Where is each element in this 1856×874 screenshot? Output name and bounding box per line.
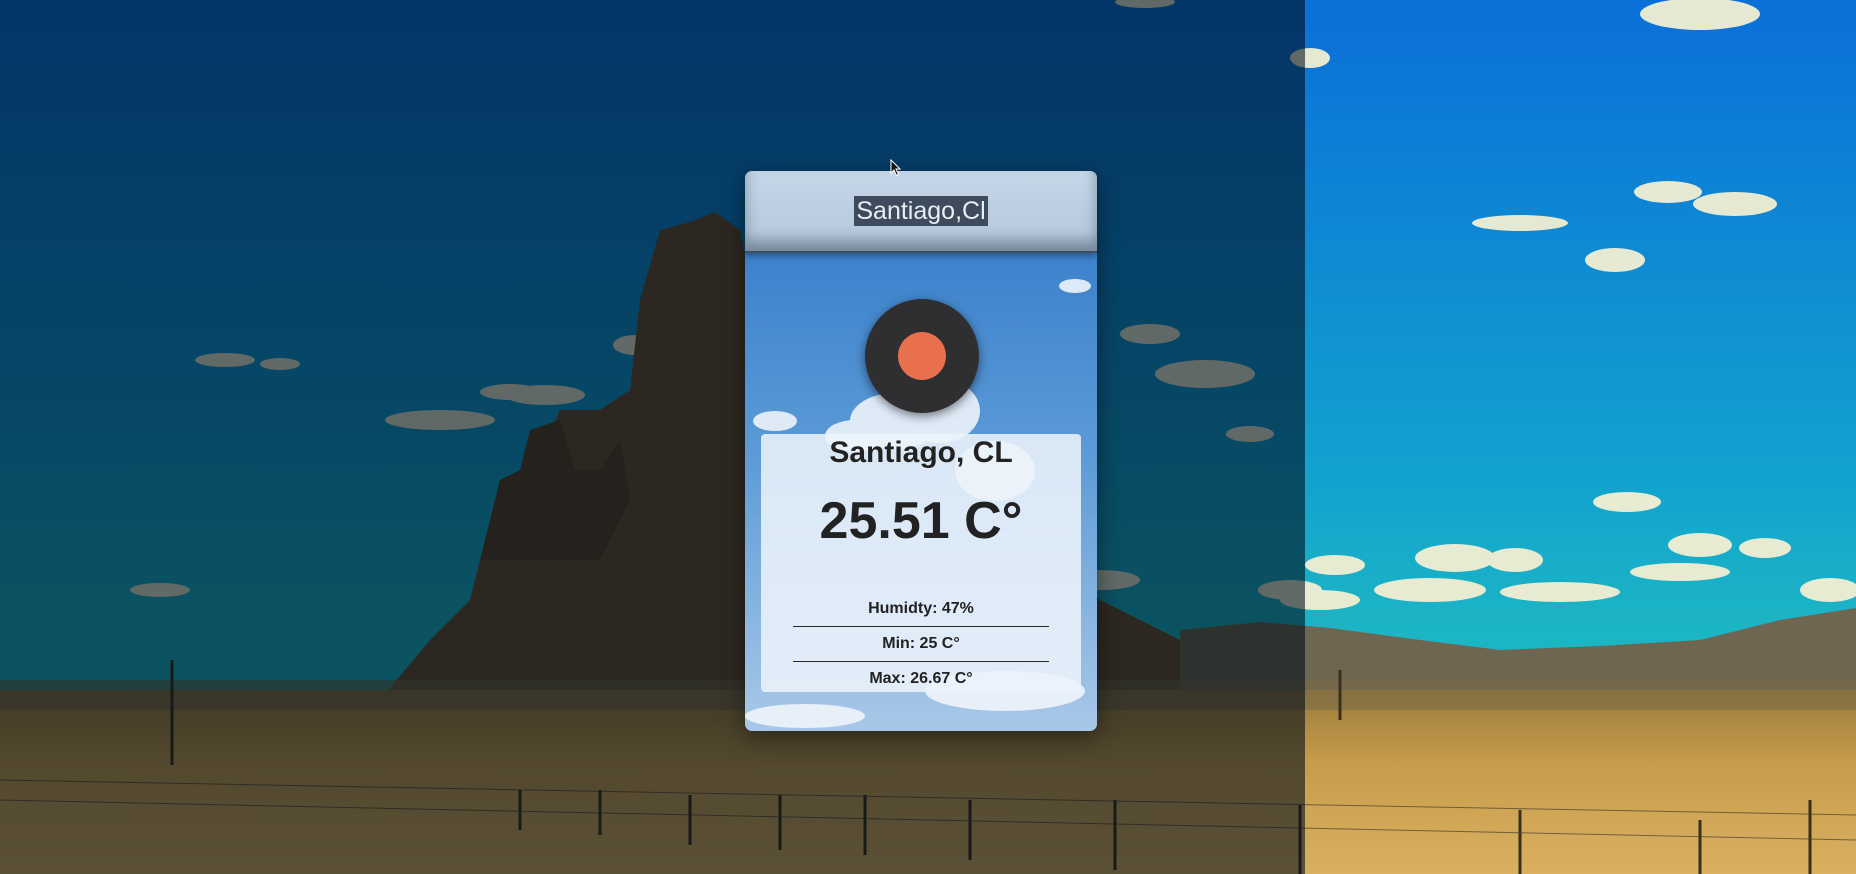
location-name: Santiago, CL (829, 436, 1013, 469)
min-temp-value: Min: 25 C° (793, 627, 1049, 662)
weather-card: Santiago,Cl Santiago, CL 25.51 C° Humidt… (745, 171, 1097, 731)
search-input[interactable]: Santiago,Cl (854, 196, 988, 226)
weather-details: Humidty: 47% Min: 25 C° Max: 26.67 C° (793, 592, 1049, 696)
search-bar: Santiago,Cl (745, 171, 1097, 253)
temperature: 25.51 C° (819, 492, 1023, 550)
weather-icon-badge (865, 299, 979, 413)
weather-info-panel: Santiago, CL 25.51 C° Humidty: 47% Min: … (761, 434, 1081, 692)
humidity-value: Humidty: 47% (793, 592, 1049, 627)
max-temp-value: Max: 26.67 C° (869, 670, 973, 687)
dim-overlay (0, 0, 1305, 874)
sun-icon (898, 332, 946, 380)
mouse-cursor-icon (890, 158, 902, 182)
